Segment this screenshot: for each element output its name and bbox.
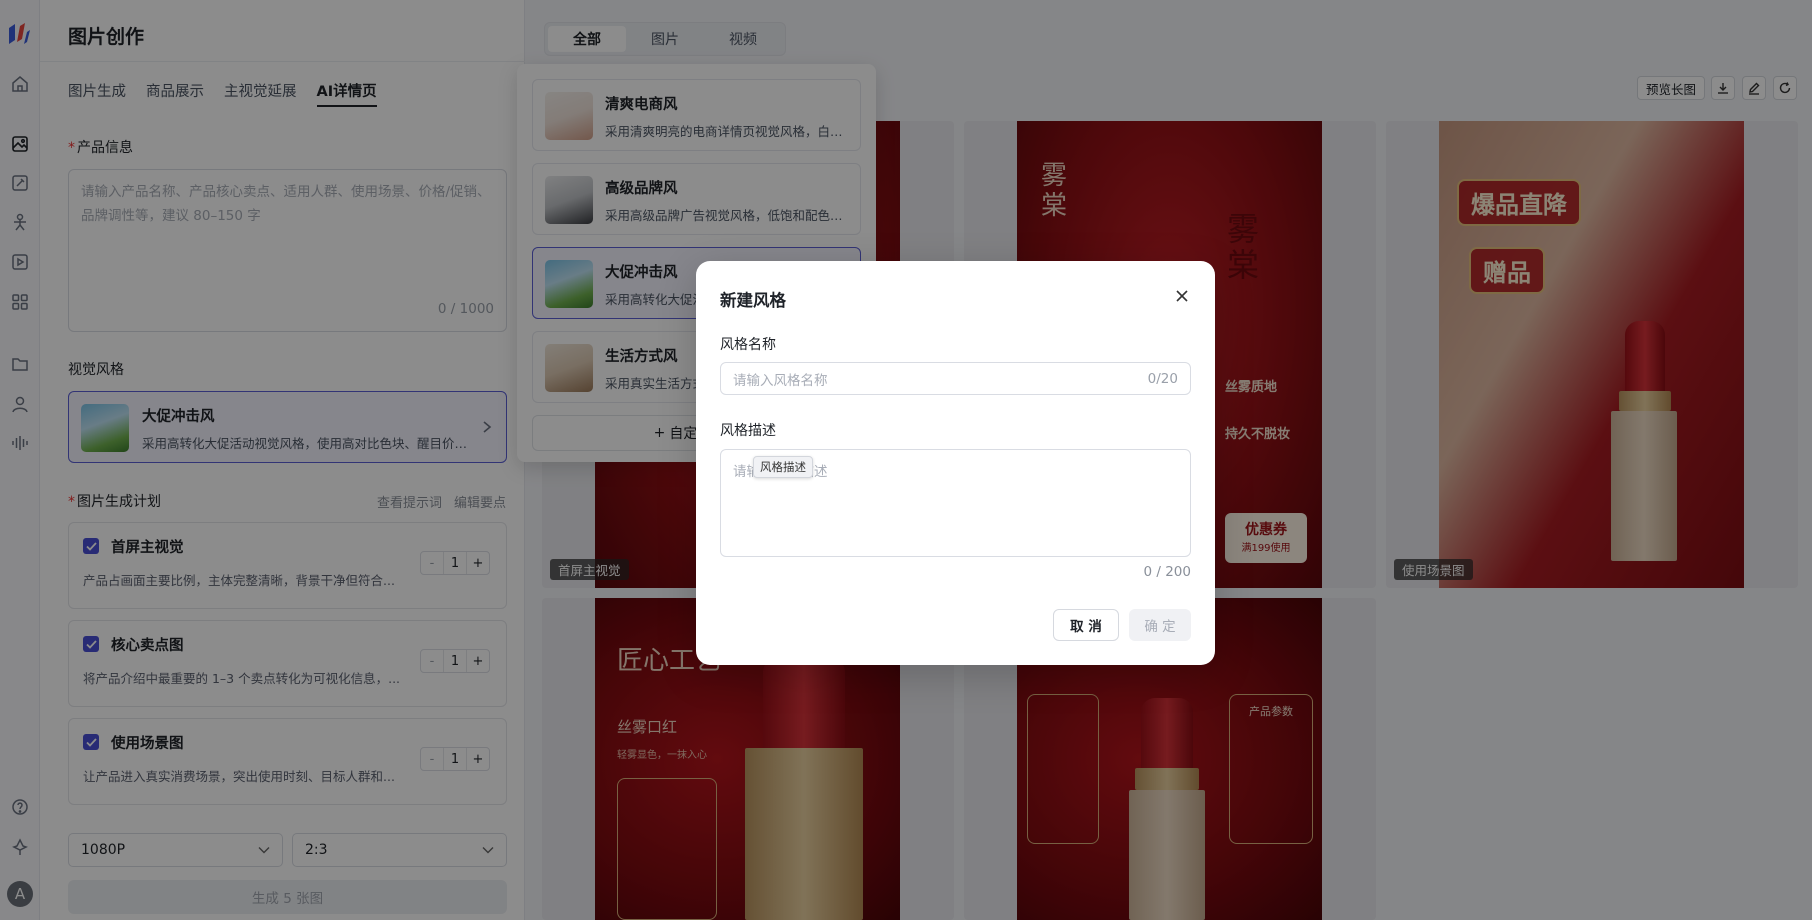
style-name-label: 风格名称: [720, 337, 776, 353]
style-name-input[interactable]: 请输入风格名称 0/20: [720, 362, 1191, 395]
style-desc-count: 0 / 200: [1143, 564, 1192, 580]
style-desc-label: 风格描述: [720, 423, 776, 439]
cancel-button[interactable]: 取 消: [1053, 609, 1119, 641]
confirm-button[interactable]: 确 定: [1129, 609, 1191, 641]
style-name-count: 0/20: [1147, 370, 1178, 387]
tooltip: 风格描述: [753, 456, 813, 478]
close-icon[interactable]: [1175, 289, 1189, 303]
style-name-placeholder: 请输入风格名称: [733, 372, 828, 389]
new-style-dialog: 新建风格 风格名称 请输入风格名称 0/20 风格描述 请输入风格描述 风格描述…: [696, 261, 1215, 665]
dialog-title: 新建风格: [720, 291, 786, 310]
